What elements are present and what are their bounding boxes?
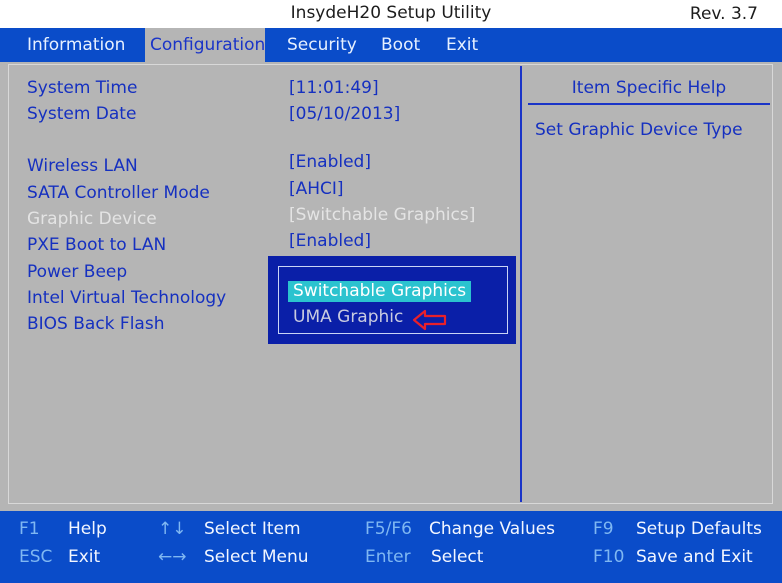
footer-key-f5-f6: F5/F6	[365, 519, 412, 539]
menu-exit[interactable]: Exit	[441, 28, 483, 62]
setting-intel-vt-label[interactable]: Intel Virtual Technology	[27, 288, 226, 308]
setting-wireless-lan-value[interactable]: [Enabled]	[289, 152, 371, 172]
setting-wireless-lan-label[interactable]: Wireless LAN	[27, 156, 138, 176]
footer-desc-select-item: Select Item	[204, 519, 301, 539]
setting-system-time-label[interactable]: System Time	[27, 78, 137, 98]
setting-sata-mode-value[interactable]: [AHCI]	[289, 179, 344, 199]
footer-key-legend: F1 Help ESC Exit ↑↓ Select Item ←→ Selec…	[0, 511, 782, 583]
popup-option-uma-graphic[interactable]: UMA Graphic	[293, 307, 403, 327]
footer-key-esc: ESC	[19, 547, 53, 567]
footer-key-f10: F10	[593, 547, 625, 567]
footer-key-f1: F1	[19, 519, 40, 539]
help-title: Item Specific Help	[571, 78, 727, 98]
footer-key-left-right-icon: ←→	[158, 547, 187, 567]
footer-key-up-down-icon: ↑↓	[158, 519, 187, 539]
setting-graphic-device-value[interactable]: [Switchable Graphics]	[289, 205, 475, 225]
footer-desc-change-values: Change Values	[429, 519, 556, 539]
setting-system-date-label[interactable]: System Date	[27, 104, 136, 124]
popup-option-switchable-graphics[interactable]: Switchable Graphics	[288, 281, 471, 302]
footer-key-enter: Enter	[365, 547, 411, 567]
footer-desc-select: Select	[431, 547, 484, 567]
help-title-divider	[528, 103, 770, 105]
setting-power-beep-label[interactable]: Power Beep	[27, 262, 127, 282]
footer-desc-exit: Exit	[68, 547, 101, 567]
footer-desc-select-menu: Select Menu	[204, 547, 309, 567]
menu-bar: Information Configuration Security Boot …	[0, 28, 782, 62]
menu-information[interactable]: Information	[22, 28, 130, 62]
setting-sata-mode-label[interactable]: SATA Controller Mode	[27, 183, 210, 203]
setting-system-date-value[interactable]: [05/10/2013]	[289, 104, 400, 124]
footer-desc-save-and-exit: Save and Exit	[636, 547, 753, 567]
footer-key-f9: F9	[593, 519, 614, 539]
menu-configuration[interactable]: Configuration	[145, 28, 265, 62]
red-arrow-icon	[412, 309, 447, 331]
footer-desc-setup-defaults: Setup Defaults	[636, 519, 762, 539]
setting-pxe-boot-value[interactable]: [Enabled]	[289, 231, 371, 251]
menu-boot[interactable]: Boot	[376, 28, 425, 62]
setting-pxe-boot-label[interactable]: PXE Boot to LAN	[27, 235, 166, 255]
setting-system-time-value[interactable]: [11:01:49]	[289, 78, 379, 98]
app-title: InsydeH20 Setup Utility	[290, 3, 492, 23]
menu-security[interactable]: Security	[282, 28, 362, 62]
help-text: Set Graphic Device Type	[535, 120, 743, 140]
panel-divider	[520, 66, 522, 502]
setting-bios-back-flash-label[interactable]: BIOS Back Flash	[27, 314, 164, 334]
footer-desc-help: Help	[68, 519, 107, 539]
setting-graphic-device-label[interactable]: Graphic Device	[27, 209, 157, 229]
revision-label: Rev. 3.7	[689, 4, 758, 24]
